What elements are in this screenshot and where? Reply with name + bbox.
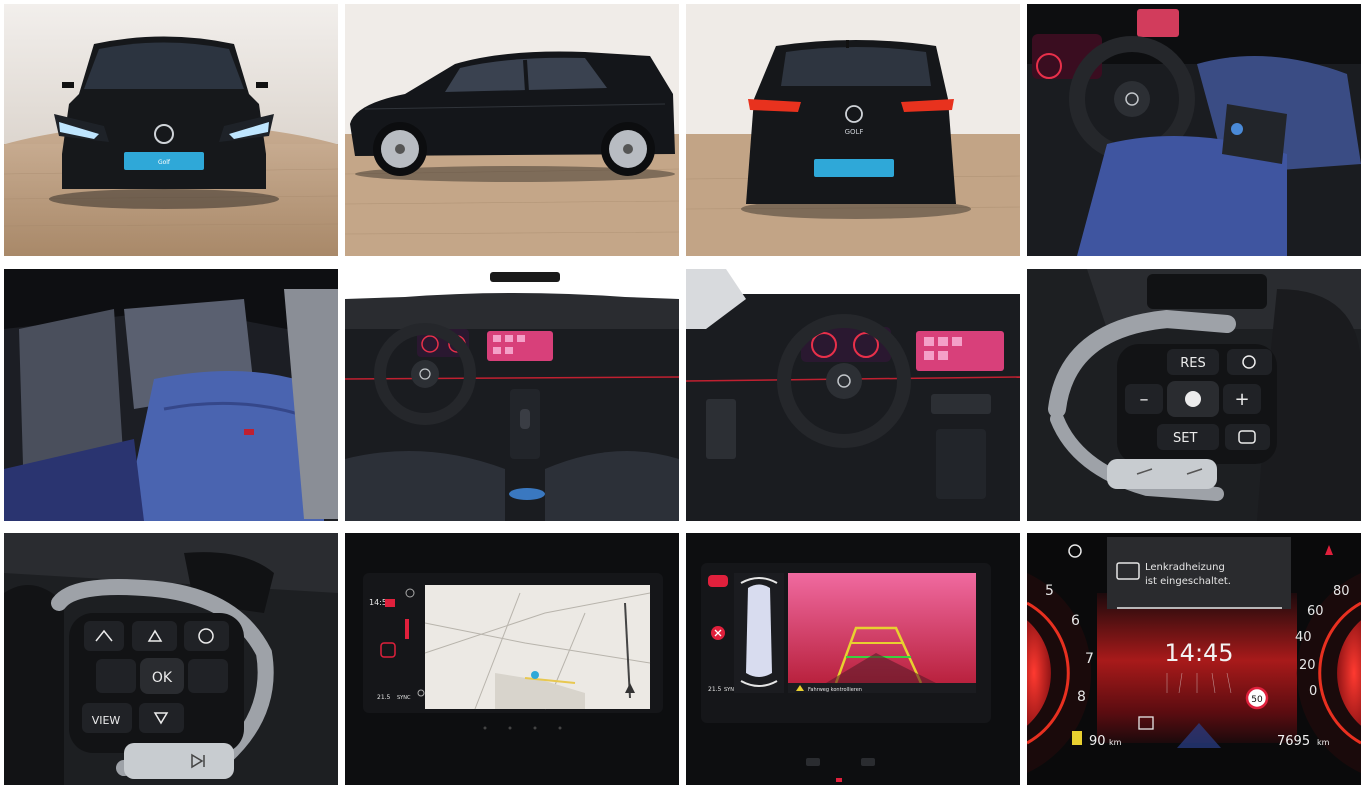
cockpit-message-line1: Lenkradheizung [1145,562,1225,573]
photo-park-assist-screen[interactable]: 21.5 SYNC Fahrweg kontrollieren [686,533,1020,785]
speed-80: 80 [1333,584,1350,599]
park-warning: Fahrweg kontrollieren [808,687,862,693]
car-front-image: Golf [4,4,338,256]
photo-interior-dashboard-center[interactable] [345,269,679,521]
photo-navigation-screen[interactable]: 14:51 21.5 SYNC [345,533,679,785]
view-button: VIEW [92,714,121,727]
range-value: 90 [1089,734,1106,749]
dashboard-center-image [345,269,679,521]
photo-exterior-front[interactable]: Golf [4,4,338,256]
photo-steering-wheel-right-buttons[interactable]: RES – + SET [1027,269,1361,521]
photo-steering-wheel-left-buttons[interactable]: OK VIEW [4,533,338,785]
park-assist-image: 21.5 SYNC Fahrweg kontrollieren [686,533,1020,785]
ok-button: OK [152,670,173,686]
odometer-value: 7695 [1277,734,1310,749]
photo-interior-rear-seats[interactable] [4,269,338,521]
rpm-5: 5 [1045,583,1054,599]
photo-interior-cockpit-driver[interactable] [1027,4,1361,256]
car-rear-image: GOLF [686,4,1020,256]
set-button: SET [1173,431,1197,446]
photo-interior-dashboard-wide[interactable] [686,269,1020,521]
nav-temp: 21.5 [377,694,391,701]
car-side-image [345,4,679,256]
speed-0: 0 [1309,684,1317,699]
navigation-screen-image: 14:51 21.5 SYNC [345,533,679,785]
cockpit-message-line2: ist eingeschaltet. [1145,576,1231,587]
photo-exterior-rear[interactable]: GOLF [686,4,1020,256]
plus-button: + [1234,389,1249,410]
front-plate-text: Golf [158,159,171,166]
minus-button: – [1140,389,1149,410]
photo-gallery: Golf GOLF RES – + SET OK VIEW 14:51 21.5… [4,4,1361,785]
res-button: RES [1180,356,1206,371]
speed-40: 40 [1295,630,1312,645]
range-unit: km [1109,738,1122,747]
steering-wheel-left-image: OK VIEW [4,533,338,785]
rpm-7: 7 [1085,651,1094,667]
rpm-6: 6 [1071,613,1080,629]
speed-60: 60 [1307,604,1324,619]
speed-limit-sign: 50 [1251,695,1263,705]
digital-cockpit-image: 5 6 7 8 80 60 40 20 0 Lenkradheizung ist… [1027,533,1361,785]
rear-seats-image [4,269,338,521]
speed-20: 20 [1299,658,1316,673]
steering-wheel-right-image: RES – + SET [1027,269,1361,521]
odometer-unit: km [1317,738,1330,747]
dashboard-wide-image [686,269,1020,521]
cockpit-driver-image [1027,4,1361,256]
photo-exterior-side[interactable] [345,4,679,256]
nav-sync: SYNC [397,695,411,701]
photo-digital-cockpit[interactable]: 5 6 7 8 80 60 40 20 0 Lenkradheizung ist… [1027,533,1361,785]
rpm-8: 8 [1077,689,1086,705]
rear-model-badge: GOLF [845,128,864,136]
cockpit-clock: 14:45 [1164,639,1233,667]
park-temp: 21.5 [708,686,722,693]
